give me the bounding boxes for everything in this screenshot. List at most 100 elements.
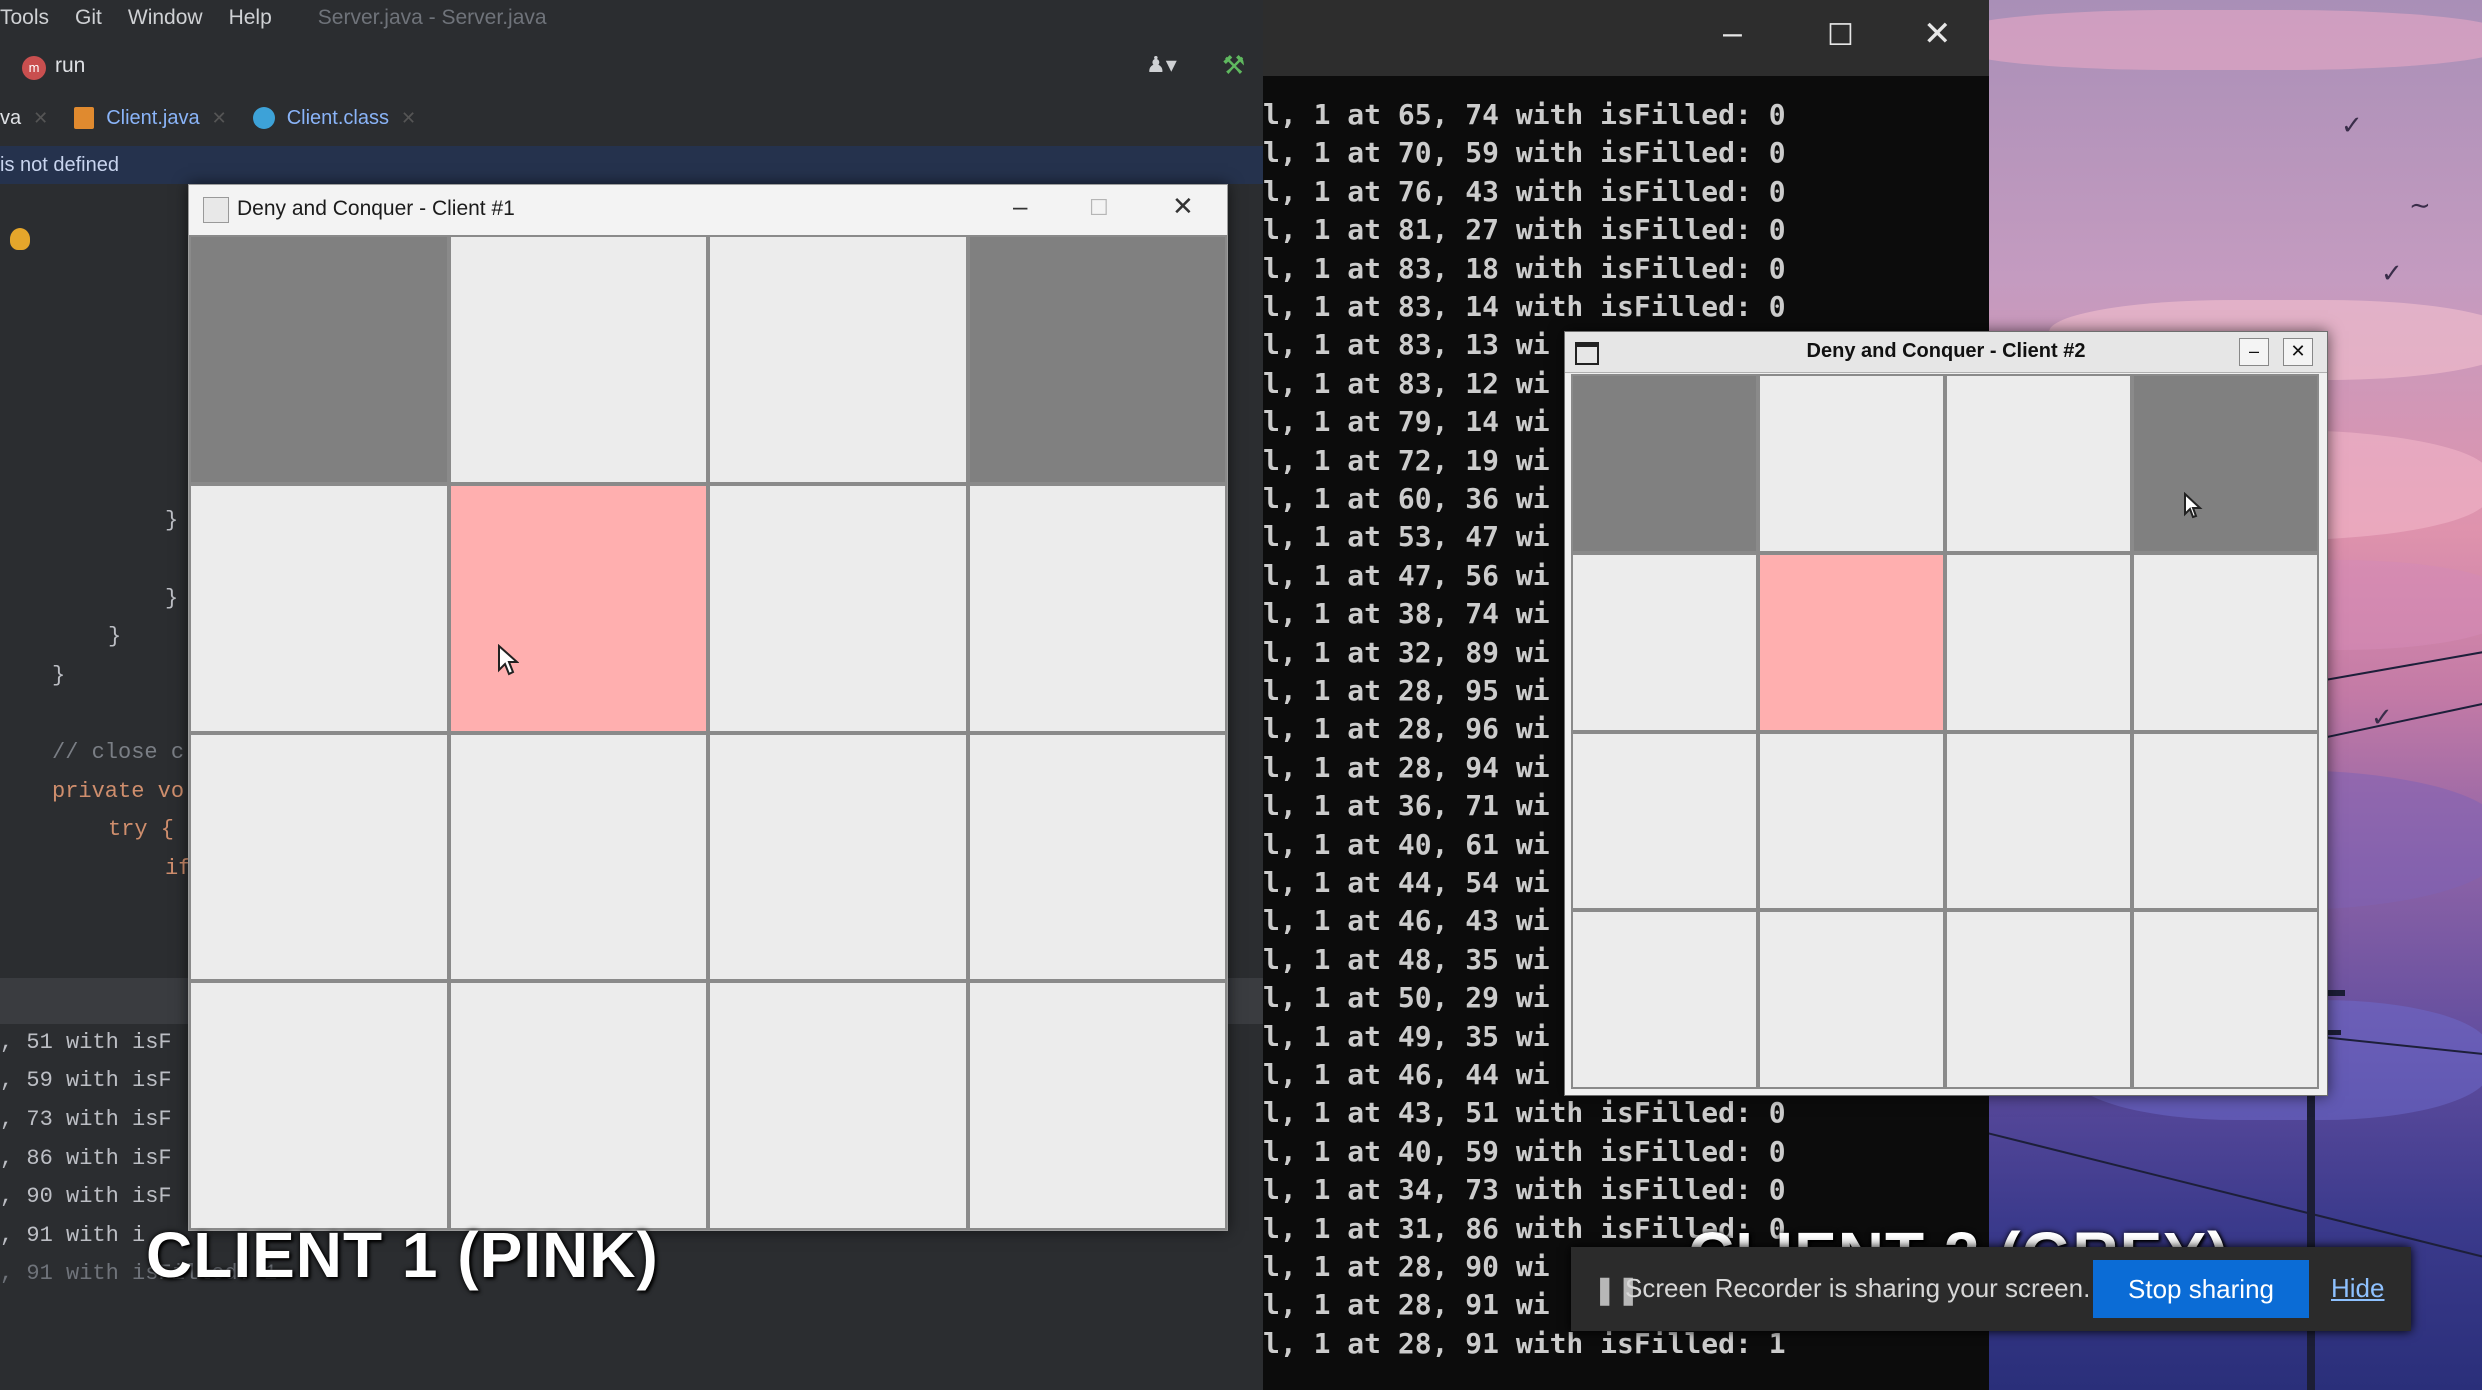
client1-cell-r3c3[interactable] [708,732,968,982]
client1-cell-r4c4[interactable] [967,981,1227,1230]
terminal-line: l, 1 at 47, 56 wi [1263,558,1550,592]
menu-git[interactable]: Git [75,6,102,30]
code-line: } [52,663,66,688]
client1-cell-r4c2[interactable] [448,981,708,1230]
tab-label: Client.class [286,106,389,129]
terminal-line: l, 1 at 83, 14 with isFilled: 0 [1263,290,1786,323]
minimize-icon[interactable]: – [2239,338,2269,366]
code-line: } [108,624,122,649]
terminal-line: l, 1 at 83, 12 wi [1263,366,1550,400]
console-line: , 86 with isF [0,1146,172,1171]
client1-window[interactable]: Deny and Conquer - Client #1 – ☐ ✕ [188,184,1228,1231]
client1-cell-r3c4[interactable] [967,732,1227,982]
screen-share-bar: ❚❚ Screen Recorder is sharing your scree… [1571,1247,2411,1331]
client1-cell-r2c4[interactable] [967,483,1227,733]
hide-link[interactable]: Hide [2331,1273,2384,1304]
code-line: } [165,508,179,533]
minimize-icon[interactable]: – [1013,191,1027,222]
client2-cell-r4c3[interactable] [1945,910,2132,1089]
terminal-line: l, 1 at 72, 19 wi [1263,443,1550,477]
editor-tabs: va ✕ Client.java ✕ Client.class ✕ [0,100,1263,136]
terminal-line: l, 1 at 34, 73 with isFilled: 0 [1263,1173,1786,1207]
close-icon[interactable]: ✕ [401,108,416,129]
user-icon[interactable]: ♟▾ [1146,52,1177,78]
client1-cell-r1c3[interactable] [708,235,968,484]
terminal-line: l, 1 at 65, 74 with isFilled: 0 [1263,98,1786,131]
tab-client-java[interactable]: Client.java ✕ [74,107,227,130]
terminal-line: l, 1 at 40, 59 with isFilled: 0 [1263,1134,1786,1168]
code-line: } [165,586,179,611]
client2-cell-r1c1[interactable] [1571,374,1758,553]
terminal-line: l, 1 at 43, 51 with isFilled: 0 [1263,1096,1786,1130]
terminal-line: l, 1 at 46, 43 wi [1263,904,1550,938]
client2-titlebar[interactable]: Deny and Conquer - Client #2 – ✕ [1565,332,2327,373]
client2-cell-r3c2[interactable] [1758,731,1945,911]
bird-icon: ✓ [2341,110,2363,140]
share-message: Screen Recorder is sharing your screen. [1625,1273,2091,1303]
close-icon[interactable]: ✕ [2283,338,2313,366]
client1-cell-r3c1[interactable] [189,732,449,982]
terminal-line: l, 1 at 50, 29 wi [1263,981,1550,1015]
tab-server-java[interactable]: va ✕ [0,107,48,130]
close-icon[interactable]: ✕ [212,108,227,129]
client1-cell-r1c2[interactable] [448,235,708,484]
close-icon[interactable]: ✕ [1923,14,1952,54]
terminal-line: l, 1 at 83, 13 wi [1263,328,1550,362]
client2-cell-r2c1[interactable] [1571,552,1758,732]
lightbulb-icon[interactable] [10,228,30,250]
client2-cell-r2c3[interactable] [1945,552,2132,732]
client1-cell-r3c2[interactable] [448,732,708,982]
client1-cell-r2c2[interactable] [448,483,708,733]
client2-cell-r1c3[interactable] [1945,374,2132,553]
ide-menubar: Tools Git Window Help Server.java - Serv… [0,0,1263,36]
maximize-icon: ☐ [1089,195,1109,220]
client1-title: Deny and Conquer - Client #1 [237,197,515,220]
client2-cell-r4c2[interactable] [1758,910,1945,1089]
console-line: , 91 with i [0,1223,146,1248]
client2-game-board[interactable] [1571,374,2319,1089]
client1-titlebar[interactable]: Deny and Conquer - Client #1 – ☐ ✕ [189,185,1227,235]
ide-window-title: Server.java - Server.java [317,6,547,29]
client2-cell-r4c4[interactable] [2132,910,2319,1089]
console-line: , 73 with isF [0,1107,172,1132]
terminal-line: l, 1 at 53, 47 wi [1263,520,1550,554]
client2-cell-r1c2[interactable] [1758,374,1945,553]
minimize-icon[interactable]: – [1723,14,1742,53]
client1-cell-r1c1[interactable] [189,235,449,484]
terminal-line: l, 1 at 28, 90 wi [1263,1250,1550,1283]
client2-title: Deny and Conquer - Client #2 [1806,340,2086,362]
terminal-line: l, 1 at 60, 36 wi [1263,482,1550,515]
mouse-cursor-icon [2184,492,2203,519]
client2-cell-r1c4[interactable] [2132,374,2319,553]
menu-window[interactable]: Window [128,6,203,30]
maximize-icon[interactable]: ☐ [1827,18,1854,53]
client1-cell-r1c4[interactable] [967,235,1227,484]
terminal-line: l, 1 at 28, 96 wi [1263,712,1550,746]
java-file-icon [74,107,95,129]
stop-sharing-button[interactable]: Stop sharing [2093,1260,2309,1318]
close-icon[interactable]: ✕ [33,108,48,129]
build-hammer-icon[interactable]: ⚒ [1222,50,1245,81]
terminal-line: l, 1 at 36, 71 wi [1263,789,1550,823]
client2-cell-r3c3[interactable] [1945,731,2132,911]
client1-cell-r4c3[interactable] [708,981,968,1230]
menu-help[interactable]: Help [229,6,272,30]
terminal-line: l, 1 at 28, 95 wi [1263,674,1550,707]
terminal-line: l, 1 at 79, 14 wi [1263,405,1550,439]
client1-game-board[interactable] [189,235,1227,1230]
client2-window[interactable]: Deny and Conquer - Client #2 – ✕ [1564,331,2328,1096]
client2-cell-r3c1[interactable] [1571,731,1758,911]
client1-cell-r2c1[interactable] [189,483,449,733]
terminal-line: l, 1 at 49, 35 wi [1263,1019,1550,1053]
terminal-titlebar: – ☐ ✕ [1263,0,1989,76]
client2-cell-r2c4[interactable] [2132,552,2319,732]
run-config-selector[interactable]: run [55,54,85,78]
menu-tools[interactable]: Tools [0,6,49,30]
client2-cell-r2c2[interactable] [1758,552,1945,732]
client2-cell-r3c4[interactable] [2132,731,2319,911]
client2-cell-r4c1[interactable] [1571,910,1758,1089]
close-icon[interactable]: ✕ [1172,191,1194,222]
tab-client-class[interactable]: Client.class ✕ [252,106,416,130]
client1-cell-r2c3[interactable] [708,483,968,733]
client1-cell-r4c1[interactable] [189,981,449,1230]
